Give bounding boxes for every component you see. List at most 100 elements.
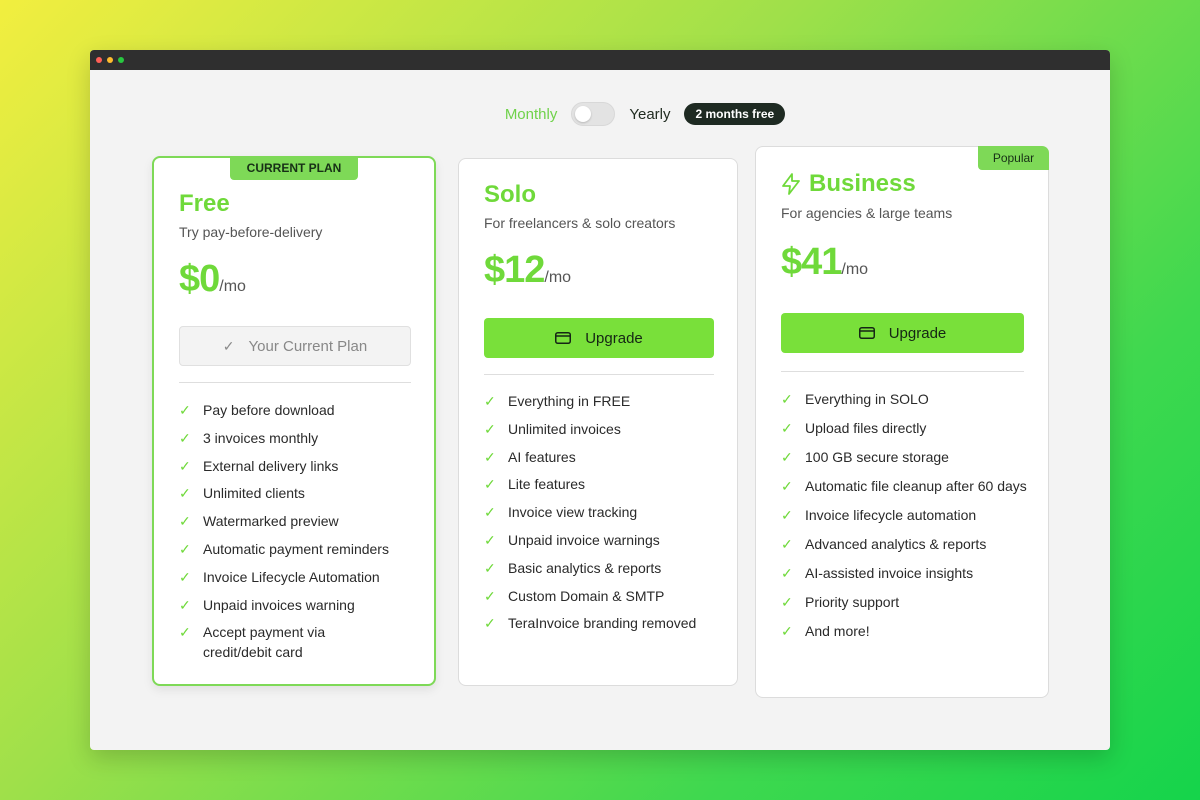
- window-titlebar: [90, 50, 1110, 70]
- check-icon: ✓: [484, 448, 496, 465]
- feature-text: Automatic file cleanup after 60 days: [805, 478, 1027, 494]
- check-icon: ✓: [179, 568, 191, 585]
- check-icon: ✓: [179, 624, 191, 641]
- check-icon: ✓: [179, 402, 191, 418]
- plan-subtitle: Try pay-before-delivery: [179, 224, 323, 240]
- check-icon: ✓: [484, 420, 496, 437]
- price-amount: $41: [781, 241, 842, 283]
- check-icon: ✓: [781, 391, 793, 407]
- minimize-window-icon[interactable]: [107, 57, 113, 63]
- plan-price: $0 /mo: [179, 258, 246, 301]
- feature-item: ✓ Accept payment via credit/debit card: [179, 622, 419, 662]
- feature-text: Everything in SOLO: [805, 391, 929, 407]
- divider: [179, 382, 411, 383]
- check-icon: ✓: [484, 504, 496, 521]
- feature-text: Upload files directly: [805, 420, 927, 436]
- feature-item: ✓ Priority support: [781, 592, 1031, 612]
- feature-text: Invoice view tracking: [508, 504, 638, 521]
- feature-text: Accept payment via credit/debit card: [203, 624, 326, 661]
- check-icon: ✓: [484, 393, 496, 409]
- feature-item: ✓ Custom Domain & SMTP: [484, 586, 720, 606]
- check-icon: ✓: [484, 531, 496, 548]
- yearly-discount-badge: 2 months free: [684, 103, 786, 125]
- button-label: Upgrade: [888, 324, 947, 342]
- plan-card-free: CURRENT PLAN Free Try pay-before-deliver…: [152, 156, 436, 686]
- check-icon: ✓: [179, 485, 191, 502]
- feature-item: ✓ Unlimited invoices: [484, 419, 720, 439]
- feature-list: ✓ Everything in SOLO ✓ Upload files direct…: [781, 389, 1031, 641]
- price-amount: $0: [179, 258, 220, 300]
- check-icon: ✓: [781, 478, 793, 494]
- feature-item: ✓ Lite features: [484, 474, 720, 494]
- feature-item: ✓ Automatic payment reminders: [179, 539, 419, 559]
- upgrade-button[interactable]: Upgrade: [781, 313, 1024, 353]
- feature-list: ✓ Pay before download ✓ 3 invoices monthly…: [179, 400, 419, 662]
- feature-text: Lite features: [508, 476, 586, 493]
- price-amount: $12: [484, 249, 545, 291]
- feature-item: ✓ 100 GB secure storage: [781, 447, 1031, 467]
- plan-card-solo: Solo For freelancers & solo creators $12…: [458, 158, 738, 686]
- check-icon: ✓: [781, 536, 793, 552]
- feature-item: ✓ Watermarked preview: [179, 511, 419, 531]
- feature-text: Everything in FREE: [508, 393, 631, 409]
- switch-knob: [575, 106, 592, 122]
- feature-item: ✓ Pay before download: [179, 400, 419, 420]
- plan-subtitle: For agencies & large teams: [781, 205, 953, 221]
- plan-name: Free: [179, 190, 230, 218]
- price-period: /mo: [544, 269, 572, 286]
- popular-tag: Popular: [978, 146, 1049, 170]
- check-icon: ✓: [484, 476, 496, 493]
- feature-item: ✓ Unpaid invoices warning: [179, 595, 419, 615]
- feature-text: Automatic payment reminders: [203, 540, 389, 557]
- feature-text: Custom Domain & SMTP: [508, 587, 665, 604]
- plan-price: $12 /mo: [484, 249, 571, 292]
- check-icon: ✓: [484, 615, 496, 632]
- feature-item: ✓ AI features: [484, 447, 720, 467]
- feature-item: ✓ Upload files directly: [781, 418, 1031, 438]
- feature-text: Watermarked preview: [203, 513, 339, 530]
- feature-item: ✓ Unlimited clients: [179, 483, 419, 503]
- check-icon: ✓: [179, 457, 191, 474]
- plan-card-business: Popular Business For agencies & large te…: [755, 146, 1049, 698]
- feature-list: ✓ Everything in FREE ✓ Unlimited invoices …: [484, 391, 720, 633]
- plan-name-text: Free: [179, 190, 230, 217]
- lightning-bolt-icon: [782, 173, 800, 195]
- feature-item: ✓ Unpaid invoice warnings: [484, 530, 720, 550]
- price-period: /mo: [219, 278, 246, 295]
- yearly-label[interactable]: Yearly: [629, 106, 670, 123]
- billing-period-switch[interactable]: [571, 102, 616, 126]
- current-plan-button[interactable]: ✓ Your Current Plan: [179, 326, 411, 366]
- check-icon: ✓: [781, 420, 793, 436]
- monthly-label[interactable]: Monthly: [505, 106, 558, 123]
- feature-item: ✓ Advanced analytics & reports: [781, 534, 1031, 554]
- billing-toggle: Monthly Yearly 2 months free: [90, 102, 1110, 126]
- feature-item: ✓ Invoice view tracking: [484, 502, 720, 522]
- check-icon: ✓: [179, 540, 191, 557]
- maximize-window-icon[interactable]: [118, 57, 124, 63]
- feature-text: Unpaid invoice warnings: [508, 531, 660, 548]
- check-icon: ✓: [484, 559, 496, 576]
- feature-text: Advanced analytics & reports: [805, 536, 987, 552]
- feature-text: Unlimited invoices: [508, 420, 621, 437]
- check-icon: ✓: [484, 587, 496, 604]
- plan-subtitle: For freelancers & solo creators: [484, 215, 676, 231]
- feature-item: ✓ Everything in SOLO: [781, 389, 1031, 409]
- feature-item: ✓ Invoice Lifecycle Automation: [179, 567, 419, 587]
- feature-text: Pay before download: [203, 402, 335, 418]
- credit-card-icon: [555, 332, 572, 344]
- upgrade-button[interactable]: Upgrade: [484, 318, 714, 358]
- close-window-icon[interactable]: [96, 57, 102, 63]
- plan-name-text: Solo: [484, 181, 536, 208]
- current-plan-tag: CURRENT PLAN: [230, 156, 358, 180]
- button-label: Your Current Plan: [248, 337, 368, 355]
- credit-card-icon: [858, 327, 875, 339]
- check-icon: ✓: [222, 337, 235, 354]
- plan-name-text: Business: [809, 170, 916, 197]
- button-label: Upgrade: [585, 329, 643, 347]
- plan-name: Business: [781, 170, 916, 198]
- check-icon: ✓: [179, 596, 191, 613]
- check-icon: ✓: [781, 507, 793, 523]
- feature-item: ✓ External delivery links: [179, 456, 419, 476]
- feature-text: External delivery links: [203, 457, 339, 474]
- check-icon: ✓: [781, 594, 793, 610]
